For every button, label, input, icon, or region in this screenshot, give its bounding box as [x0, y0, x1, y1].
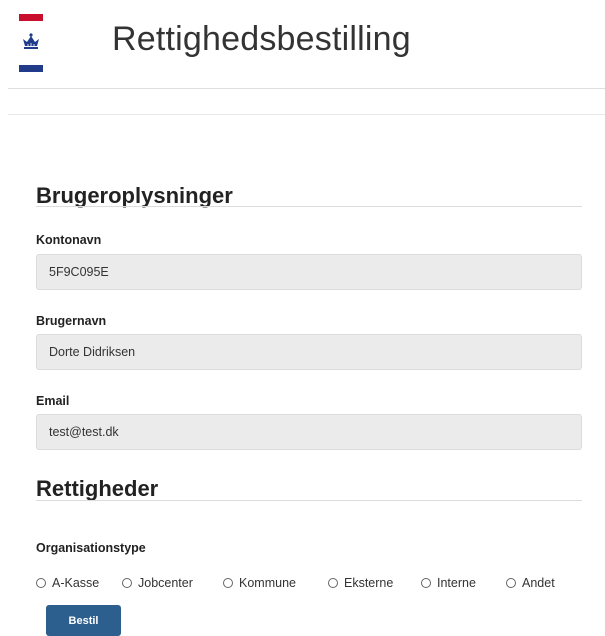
radio-circle-icon[interactable]	[421, 578, 431, 588]
flag-blue-bar	[19, 65, 43, 72]
user-info-divider	[36, 206, 582, 207]
crown-logo	[19, 14, 43, 72]
account-name-label: Kontonavn	[36, 233, 102, 247]
radio-label: Kommune	[239, 576, 296, 590]
flag-red-bar	[19, 14, 43, 21]
org-type-label: Organisationstype	[36, 541, 146, 555]
radio-circle-icon[interactable]	[506, 578, 516, 588]
username-value: Dorte Didriksen	[49, 345, 136, 359]
email-field: test@test.dk	[36, 414, 582, 450]
radio-circle-icon[interactable]	[223, 578, 233, 588]
radio-label: Andet	[522, 576, 555, 590]
username-label: Brugernavn	[36, 314, 107, 328]
radio-circle-icon[interactable]	[36, 578, 46, 588]
org-type-radio-group: A-Kasse Jobcenter Kommune Eksterne Inter…	[36, 574, 596, 592]
radio-label: Jobcenter	[138, 576, 193, 590]
username-field: Dorte Didriksen	[36, 334, 582, 370]
header-divider	[8, 88, 605, 89]
email-value: test@test.dk	[49, 425, 119, 439]
radio-option-kommune[interactable]: Kommune	[223, 574, 296, 592]
radio-circle-icon[interactable]	[122, 578, 132, 588]
account-name-field: 5F9C095E	[36, 254, 582, 290]
radio-label: Interne	[437, 576, 476, 590]
rights-divider	[36, 500, 582, 501]
order-button[interactable]: Bestil	[46, 605, 121, 636]
app-header: Rettighedsbestilling	[0, 0, 605, 88]
account-name-value: 5F9C095E	[49, 265, 109, 279]
radio-option-jobcenter[interactable]: Jobcenter	[122, 574, 193, 592]
radio-label: Eksterne	[344, 576, 394, 590]
rights-heading: Rettigheder	[36, 476, 159, 501]
radio-circle-icon[interactable]	[328, 578, 338, 588]
page-title: Rettighedsbestilling	[112, 20, 411, 58]
header-divider-secondary	[8, 114, 605, 115]
radio-option-interne[interactable]: Interne	[421, 574, 476, 592]
radio-option-a-kasse[interactable]: A-Kasse	[36, 574, 99, 592]
crown-icon	[23, 33, 39, 49]
email-label: Email	[36, 394, 70, 408]
radio-option-eksterne[interactable]: Eksterne	[328, 574, 393, 592]
radio-option-andet[interactable]: Andet	[506, 574, 555, 592]
radio-label: A-Kasse	[52, 576, 100, 590]
